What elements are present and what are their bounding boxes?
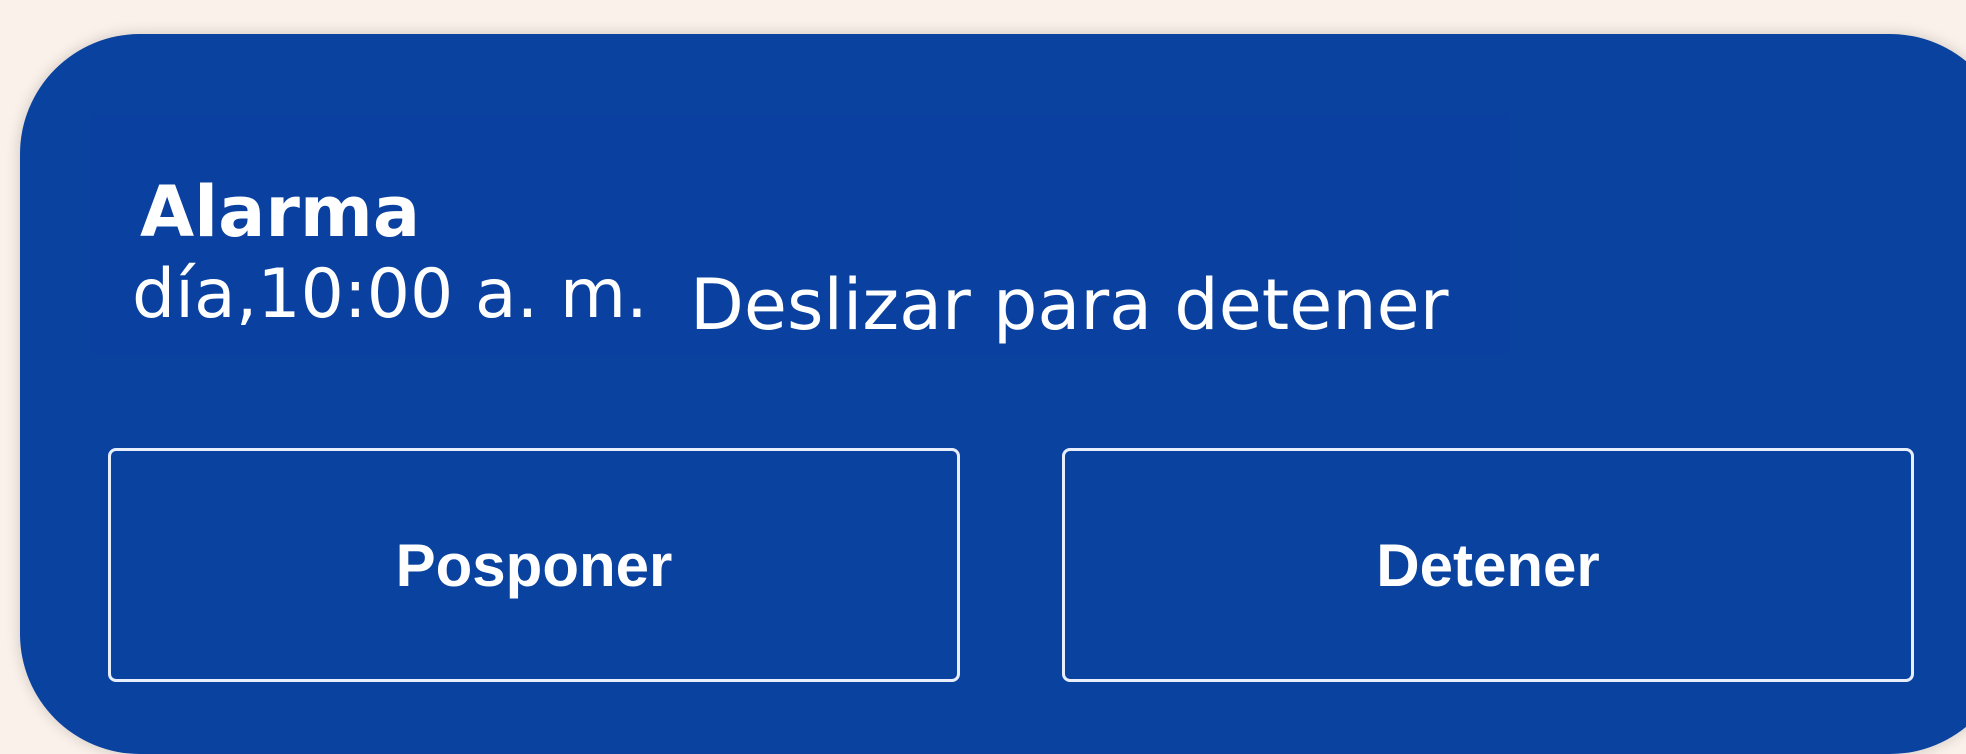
alarm-title: Alarma — [140, 171, 421, 253]
stop-button[interactable]: Detener — [1062, 448, 1914, 682]
snooze-button[interactable]: Posponer — [108, 448, 960, 682]
snooze-button-label: Posponer — [395, 531, 673, 599]
stop-button-label: Detener — [1376, 531, 1600, 599]
alarm-time: día,10:00 a. m. — [132, 255, 648, 334]
alarm-notification-card[interactable]: Alarma día,10:00 a. m. Deslizar para det… — [20, 34, 1966, 754]
swipe-to-stop-hint: Deslizar para detener — [690, 264, 1449, 346]
